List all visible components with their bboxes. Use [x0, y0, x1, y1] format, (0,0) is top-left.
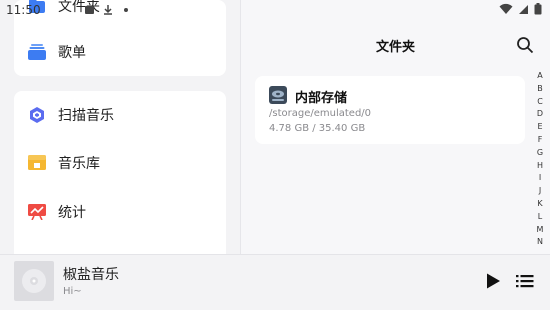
- disc-icon: [22, 269, 46, 293]
- alphabet-letter[interactable]: E: [537, 121, 542, 134]
- storage-size: 4.78 GB / 35.40 GB: [269, 123, 366, 134]
- album-cover[interactable]: [14, 261, 54, 301]
- storage-name: 内部存储: [295, 91, 348, 106]
- alphabet-letter[interactable]: C: [537, 96, 543, 109]
- alphabet-letter[interactable]: D: [537, 108, 543, 121]
- sidebar-item-label: 统计: [58, 205, 86, 221]
- sidebar-item-label: 音乐库: [58, 156, 100, 172]
- alphabet-letter[interactable]: K: [537, 198, 542, 211]
- mini-player[interactable]: 椒盐音乐 Hi~: [0, 254, 550, 310]
- dot-icon: [124, 8, 128, 12]
- search-icon[interactable]: [516, 36, 534, 54]
- alphabet-index[interactable]: A B C D E F G H I J K L M N: [534, 70, 546, 249]
- storage-path: /storage/emulated/0: [269, 108, 372, 119]
- status-right: [499, 3, 542, 15]
- status-time: 11:50: [6, 3, 41, 17]
- sidebar-item-label: 扫描音乐: [58, 108, 114, 124]
- folder-pane: 文件夹 内部存储 /storage/emulated/0 4.78 GB / 3…: [241, 0, 550, 254]
- sidebar-item-stats[interactable]: 统计: [28, 198, 86, 226]
- queue-icon[interactable]: [516, 272, 534, 290]
- sidebar-item-scan[interactable]: 扫描音乐: [28, 101, 114, 129]
- sidebar-item-label: 歌单: [58, 45, 86, 61]
- alphabet-letter[interactable]: L: [538, 211, 542, 224]
- storage-drive-icon: [269, 86, 287, 104]
- sidebar: 文件夹 歌单 扫描音乐 音乐库 统计: [0, 0, 240, 254]
- signal-icon: [519, 4, 528, 14]
- stats-icon: [28, 203, 46, 221]
- scan-icon: [28, 106, 46, 124]
- playlist-icon: [28, 43, 46, 61]
- battery-icon: [534, 3, 542, 15]
- alphabet-letter[interactable]: N: [537, 236, 543, 249]
- download-icon: [104, 5, 112, 15]
- sidebar-item-library[interactable]: 音乐库: [28, 149, 100, 177]
- alphabet-letter[interactable]: M: [537, 224, 544, 237]
- notification-icon: [85, 6, 94, 14]
- alphabet-letter[interactable]: I: [539, 172, 541, 185]
- alphabet-letter[interactable]: B: [537, 83, 543, 96]
- alphabet-letter[interactable]: H: [537, 160, 543, 173]
- alphabet-letter[interactable]: G: [537, 147, 543, 160]
- song-artist: Hi~: [63, 286, 82, 297]
- play-icon[interactable]: [484, 272, 502, 290]
- song-title: 椒盐音乐: [63, 267, 119, 283]
- storage-item-internal[interactable]: 内部存储 /storage/emulated/0 4.78 GB / 35.40…: [255, 76, 525, 144]
- library-icon: [28, 154, 46, 172]
- alphabet-letter[interactable]: F: [538, 134, 543, 147]
- page-title: 文件夹: [375, 40, 415, 55]
- sidebar-card-tools: 扫描音乐 音乐库 统计: [14, 91, 226, 254]
- wifi-icon: [499, 3, 513, 15]
- alphabet-letter[interactable]: J: [539, 185, 541, 198]
- sidebar-item-playlists[interactable]: 歌单: [28, 38, 86, 66]
- alphabet-letter[interactable]: A: [537, 70, 542, 83]
